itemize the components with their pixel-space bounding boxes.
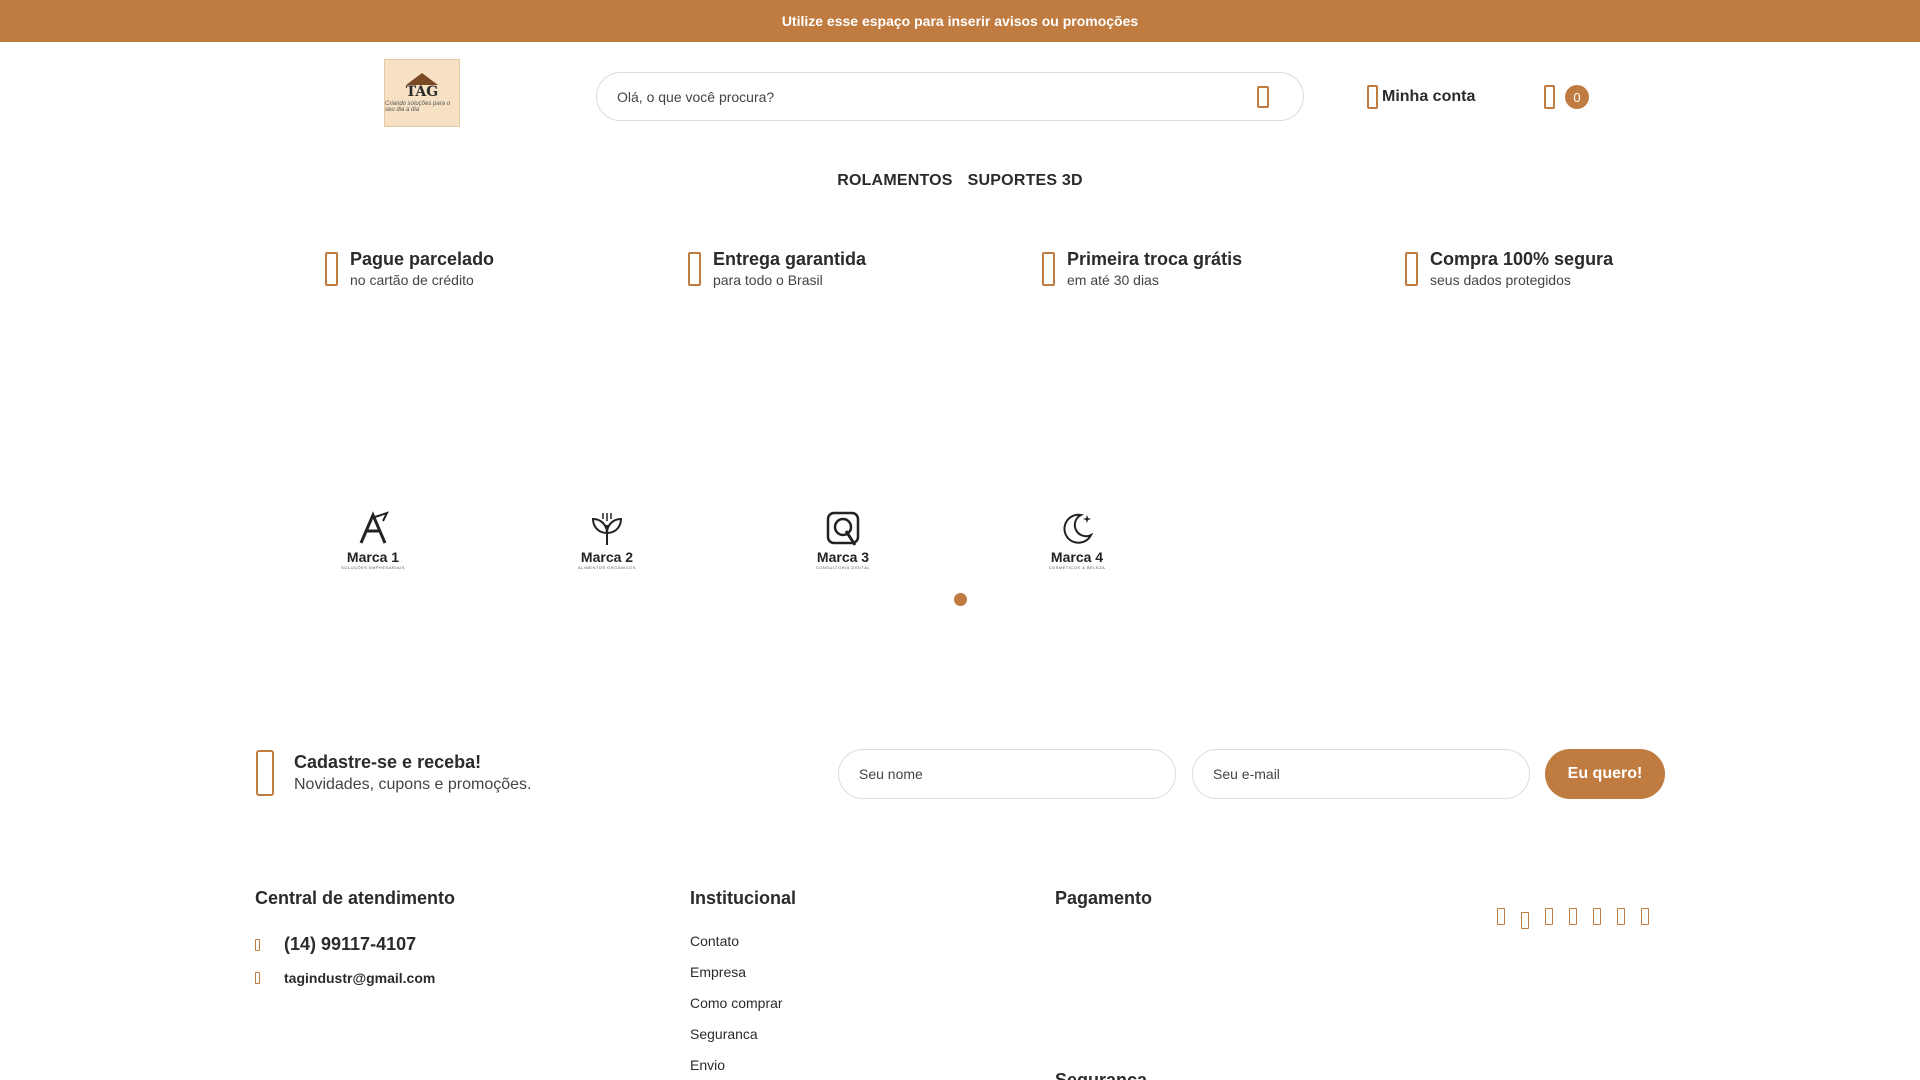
logo-tagline: Criando soluções para o seu dia a dia	[385, 101, 451, 113]
brand-logo-2[interactable]: Marca 2 ALIMENTOS ORGÂNICOS	[562, 500, 652, 570]
benefit-installments: Pague parcelado no cartão de crédito	[325, 248, 494, 288]
newsletter-name-field[interactable]	[838, 749, 1176, 799]
footer-institutional-title: Institucional	[690, 888, 797, 908]
truck-icon	[688, 252, 701, 286]
brand-tagline: SOLUÇÕES EMPRESARIAIS	[341, 565, 405, 570]
logo-text: TAG	[405, 84, 439, 100]
tiktok-icon[interactable]	[1617, 908, 1625, 925]
benefit-title: Primeira troca grátis	[1067, 249, 1243, 269]
mail-icon	[256, 750, 274, 796]
footer-phone[interactable]: (14) 99117-4107	[255, 934, 416, 955]
brand-name: Marca 3	[816, 549, 870, 565]
footer-link-empresa[interactable]: Empresa	[690, 964, 783, 995]
search-input[interactable]	[617, 88, 1217, 105]
benefit-subtitle: seus dados protegidos	[1430, 272, 1571, 288]
brand-name: Marca 4	[1050, 549, 1104, 565]
arrow-a-icon	[359, 511, 389, 544]
footer-payment-title: Pagamento	[1055, 888, 1153, 908]
benefit-title: Compra 100% segura	[1430, 249, 1614, 269]
footer-link-seguranca[interactable]: Seguranca	[690, 1026, 783, 1057]
benefit-exchange: Primeira troca grátis em até 30 dias	[1042, 248, 1242, 288]
benefit-subtitle: no cartão de crédito	[350, 272, 474, 288]
brand-tagline: COSMÉTICOS & BELEZA	[1048, 565, 1106, 570]
whatsapp-icon[interactable]	[1641, 908, 1649, 925]
envelope-icon	[255, 972, 260, 984]
newsletter-title: Cadastre-se e receba!	[294, 752, 482, 772]
brand-tagline: ALIMENTOS ORGÂNICOS	[577, 565, 637, 570]
brand-name: Marca 1	[346, 549, 400, 565]
user-icon	[1367, 85, 1378, 109]
footer-link-contato[interactable]: Contato	[690, 933, 783, 964]
footer-email[interactable]: tagindustr@gmail.com	[255, 970, 435, 986]
footer-security-title: Segurança	[1055, 1070, 1148, 1080]
main-nav: ROLAMENTOS SUPORTES 3D	[0, 172, 1920, 190]
phone-icon	[255, 938, 260, 951]
announcement-text: Utilize esse espaço para inserir avisos …	[781, 13, 1139, 29]
email-address: tagindustr@gmail.com	[284, 970, 436, 986]
q-square-icon	[826, 511, 860, 546]
announcement-bar: Utilize esse espaço para inserir avisos …	[0, 0, 1920, 42]
benefit-subtitle: em até 30 dias	[1067, 272, 1159, 288]
cart-button[interactable]: 0	[1544, 85, 1589, 109]
nav-item-rolamentos[interactable]: ROLAMENTOS	[837, 172, 952, 190]
benefit-title: Entrega garantida	[713, 249, 867, 269]
youtube-icon[interactable]	[1545, 908, 1553, 925]
brand-logo-3[interactable]: Marca 3 CONSULTORIA DIGITAL	[798, 500, 888, 570]
store-logo[interactable]: TAG Criando soluções para o seu dia a di…	[384, 59, 460, 127]
search-bar	[596, 72, 1304, 121]
brand-name: Marca 2	[580, 549, 634, 565]
card-icon	[325, 252, 338, 286]
footer-service-title: Central de atendimento	[255, 888, 456, 908]
carousel-dot[interactable]	[954, 593, 967, 606]
account-label: Minha conta	[1382, 88, 1476, 105]
moon-star-icon	[1063, 513, 1094, 544]
footer-institutional-links: Contato Empresa Como comprar Seguranca E…	[690, 933, 783, 1080]
nav-item-suportes-3d[interactable]: SUPORTES 3D	[968, 172, 1083, 190]
pinterest-icon[interactable]	[1593, 908, 1601, 925]
benefit-title: Pague parcelado	[350, 249, 495, 269]
social-links	[1497, 908, 1649, 929]
brand-logo-4[interactable]: Marca 4 COSMÉTICOS & BELEZA	[1032, 500, 1122, 570]
benefit-secure: Compra 100% segura seus dados protegidos	[1405, 248, 1613, 288]
brand-tagline: CONSULTORIA DIGITAL	[815, 565, 871, 570]
newsletter-email-field[interactable]	[1192, 749, 1530, 799]
cart-count-badge: 0	[1565, 85, 1589, 109]
search-icon[interactable]	[1257, 86, 1269, 108]
exchange-icon	[1042, 252, 1055, 286]
footer-link-como-comprar[interactable]: Como comprar	[690, 995, 783, 1026]
brand-logo-1[interactable]: Marca 1 SOLUÇÕES EMPRESARIAIS	[328, 500, 418, 570]
leaf-icon	[591, 513, 623, 545]
shield-icon	[1405, 252, 1418, 286]
benefit-subtitle: para todo o Brasil	[713, 272, 823, 288]
cart-icon	[1544, 85, 1555, 109]
facebook-icon[interactable]	[1497, 908, 1505, 925]
benefit-delivery: Entrega garantida para todo o Brasil	[688, 248, 866, 288]
phone-number: (14) 99117-4107	[284, 934, 417, 954]
instagram-icon[interactable]	[1521, 912, 1529, 929]
newsletter-subtitle: Novidades, cupons e promoções.	[294, 776, 532, 793]
twitter-icon[interactable]	[1569, 908, 1577, 925]
account-link[interactable]: Minha conta	[1367, 85, 1475, 109]
footer-link-envio[interactable]: Envio	[690, 1057, 783, 1080]
newsletter-submit-button[interactable]: Eu quero!	[1545, 749, 1665, 799]
